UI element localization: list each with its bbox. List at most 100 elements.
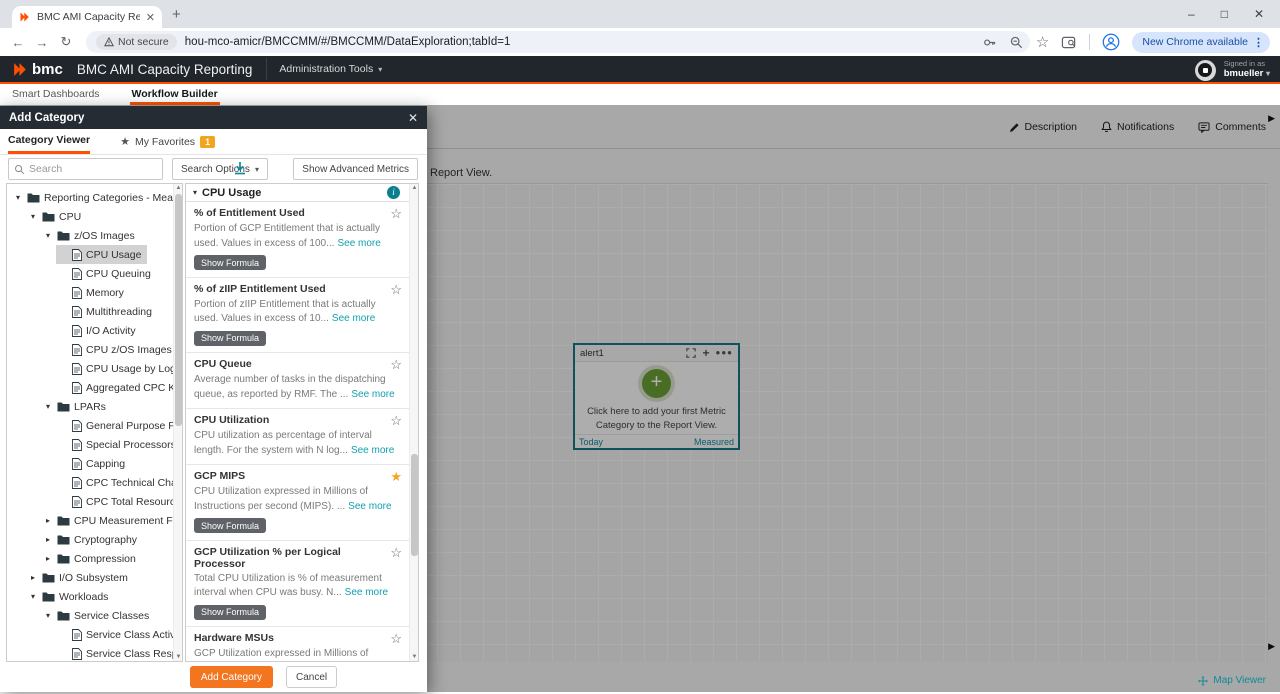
- metric-scrollbar[interactable]: ▲ ▼: [409, 184, 418, 661]
- tree-node[interactable]: General Purpose Processors: [56, 416, 183, 435]
- widget-time-range[interactable]: Today: [579, 437, 603, 447]
- tree-node[interactable]: CPU Usage: [56, 245, 147, 264]
- search-options-button[interactable]: Search Options ▾: [172, 158, 268, 180]
- show-formula-button[interactable]: Show Formula: [194, 518, 266, 533]
- window-restore-button[interactable]: □: [1221, 7, 1228, 21]
- tree-node[interactable]: z/OS Images: [41, 226, 141, 245]
- metric-card[interactable]: CPU Utilization CPU utilization as perce…: [186, 409, 412, 465]
- address-bar[interactable]: Not secure hou-mco-amicr/BMCCMM/#/BMCCMM…: [86, 31, 1030, 53]
- tree-node[interactable]: CPU: [26, 207, 87, 226]
- zoom-icon[interactable]: [1009, 35, 1024, 50]
- metric-card[interactable]: GCP MIPS CPU Utilization expressed in Mi…: [186, 465, 412, 541]
- expand-panel-right-icon[interactable]: ▶: [1268, 641, 1275, 652]
- show-advanced-metrics-button[interactable]: Show Advanced Metrics: [293, 158, 418, 180]
- metric-card[interactable]: CPU Queue Average number of tasks in the…: [186, 353, 412, 409]
- dialog-close-icon[interactable]: ✕: [408, 111, 418, 125]
- metric-card[interactable]: % of Entitlement Used Portion of GCP Ent…: [186, 202, 412, 278]
- new-tab-button[interactable]: +: [172, 6, 181, 23]
- tab-category-viewer[interactable]: Category Viewer: [8, 129, 90, 154]
- see-more-link[interactable]: See more: [348, 501, 391, 512]
- tree-node[interactable]: I/O Subsystem: [26, 568, 134, 587]
- tree-node[interactable]: Workloads: [26, 587, 114, 606]
- scroll-up-icon[interactable]: ▲: [174, 185, 183, 191]
- metric-card[interactable]: GCP Utilization % per Logical Processor …: [186, 541, 412, 628]
- tree-node[interactable]: Cryptography: [41, 530, 143, 549]
- tree-node[interactable]: Service Class Response Time: [56, 644, 183, 662]
- tree-scrollbar[interactable]: ▲ ▼: [173, 184, 182, 661]
- comments-link[interactable]: Comments: [1198, 121, 1266, 133]
- show-formula-button[interactable]: Show Formula: [194, 255, 266, 270]
- reading-mode-icon[interactable]: [1061, 35, 1077, 50]
- tree-caret-icon[interactable]: [43, 516, 53, 525]
- tree-caret-icon[interactable]: [28, 592, 38, 601]
- cancel-button[interactable]: Cancel: [286, 666, 337, 688]
- scrollbar-thumb[interactable]: [411, 454, 418, 556]
- tab-my-favorites[interactable]: ★ My Favorites 1: [120, 129, 215, 154]
- tree-node[interactable]: CPU Measurement Facility: [41, 511, 183, 530]
- map-viewer-link[interactable]: Map Viewer: [1198, 675, 1266, 686]
- see-more-link[interactable]: See more: [351, 389, 394, 400]
- expand-icon[interactable]: [686, 348, 696, 358]
- tree-caret-icon[interactable]: [43, 535, 53, 544]
- chrome-menu-icon[interactable]: ⋮: [1253, 36, 1264, 49]
- metric-card[interactable]: % of zIIP Entitlement Used Portion of zI…: [186, 278, 412, 354]
- tree-node[interactable]: Service Class Activity: [56, 625, 183, 644]
- tab-smart-dashboards[interactable]: Smart Dashboards: [10, 85, 102, 105]
- user-avatar[interactable]: [1195, 60, 1216, 81]
- administration-tools-menu[interactable]: Administration Tools ▾: [266, 58, 394, 80]
- tree-node[interactable]: Reporting Categories - Measured: [11, 188, 183, 207]
- not-secure-chip[interactable]: Not secure: [96, 34, 177, 50]
- back-icon[interactable]: ←: [6, 35, 30, 50]
- new-chrome-button[interactable]: New Chrome available ⋮: [1132, 32, 1270, 53]
- favorite-star-icon[interactable]: [390, 470, 402, 483]
- tree-node[interactable]: Special Processors: [56, 435, 182, 454]
- see-more-link[interactable]: See more: [351, 445, 394, 456]
- group-caret-icon[interactable]: ▾: [193, 188, 197, 197]
- profile-icon[interactable]: [1102, 33, 1120, 51]
- tree-node[interactable]: CPC Total Resource Consumption: [56, 492, 183, 511]
- tree-node[interactable]: CPU Queuing: [56, 264, 157, 283]
- search-input[interactable]: [29, 163, 149, 175]
- tree-node[interactable]: Capping: [56, 454, 131, 473]
- window-close-button[interactable]: ✕: [1254, 7, 1264, 21]
- tree-node[interactable]: CPC Technical Characteristics: [56, 473, 183, 492]
- scroll-up-icon[interactable]: ▲: [410, 185, 419, 191]
- metric-card[interactable]: Hardware MSUs GCP Utilization expressed …: [186, 627, 412, 662]
- favorite-star-icon[interactable]: [390, 207, 402, 220]
- tree-caret-icon[interactable]: [28, 573, 38, 582]
- widget-menu-icon[interactable]: ●●●: [716, 349, 734, 357]
- forward-icon[interactable]: →: [30, 35, 54, 50]
- see-more-link[interactable]: See more: [337, 238, 380, 249]
- scroll-down-icon[interactable]: ▼: [410, 654, 419, 660]
- favorite-star-icon[interactable]: [390, 358, 402, 371]
- description-link[interactable]: Description: [1009, 121, 1078, 133]
- notifications-link[interactable]: Notifications: [1101, 121, 1174, 133]
- tree-node[interactable]: Multithreading: [56, 302, 158, 321]
- tree-node[interactable]: I/O Activity: [56, 321, 142, 340]
- favorite-star-icon[interactable]: [390, 546, 402, 559]
- tree-caret-icon[interactable]: [43, 554, 53, 563]
- tree-caret-icon[interactable]: [28, 212, 38, 221]
- tree-caret-icon[interactable]: [43, 231, 53, 240]
- tree-node[interactable]: CPU z/OS Images Usage Limits: [56, 340, 183, 359]
- browser-tab[interactable]: BMC AMI Capacity Reporting ✕: [12, 6, 162, 28]
- tree-node[interactable]: CPU Usage by Logical Processor: [56, 359, 183, 378]
- tree-caret-icon[interactable]: [43, 402, 53, 411]
- favorite-star-icon[interactable]: [390, 414, 402, 427]
- tree-caret-icon[interactable]: [43, 611, 53, 620]
- see-more-link[interactable]: See more: [345, 587, 388, 598]
- passwords-key-icon[interactable]: [982, 35, 997, 50]
- reload-icon[interactable]: ↻: [54, 34, 78, 50]
- expand-panel-right-icon[interactable]: ▶: [1268, 113, 1275, 124]
- scrollbar-thumb[interactable]: [175, 194, 182, 426]
- tree-node[interactable]: Compression: [41, 549, 142, 568]
- widget-header[interactable]: alert1 + ●●●: [575, 345, 738, 362]
- signed-in-info[interactable]: Signed in as bmueller ▾: [1224, 60, 1270, 80]
- tree-node[interactable]: Service Classes: [41, 606, 155, 625]
- add-metric-icon[interactable]: +: [702, 347, 709, 359]
- widget-data-mode[interactable]: Measured: [694, 437, 734, 447]
- show-formula-button[interactable]: Show Formula: [194, 331, 266, 346]
- download-icon[interactable]: [233, 161, 247, 176]
- favorite-star-icon[interactable]: [390, 632, 402, 645]
- scroll-down-icon[interactable]: ▼: [174, 654, 183, 660]
